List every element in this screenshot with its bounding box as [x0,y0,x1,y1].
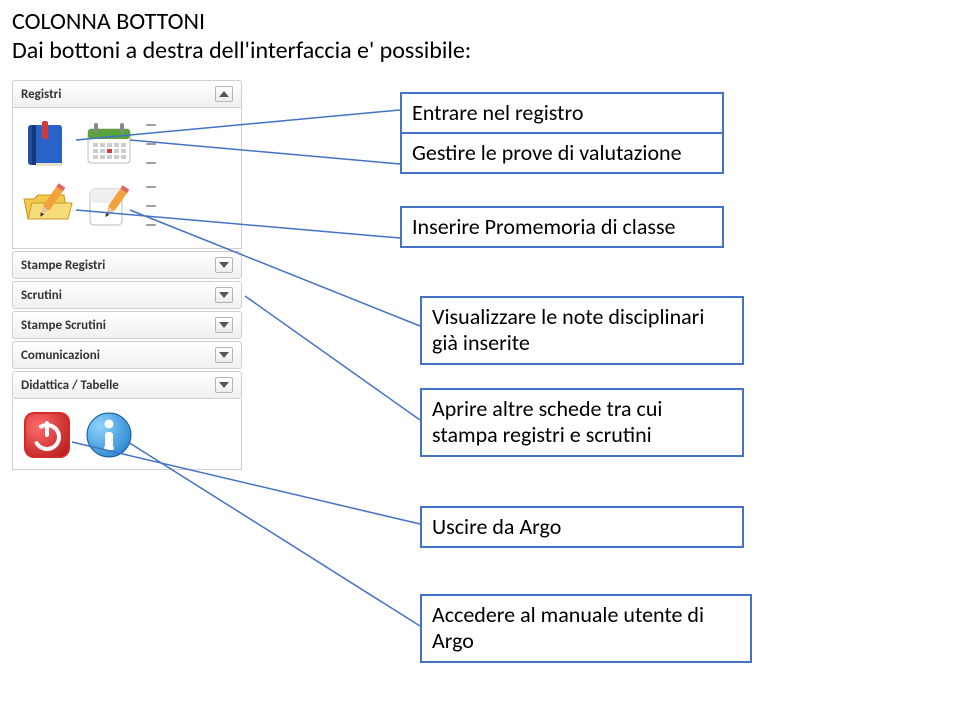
callout-entrare-registro: Entrare nel registro [400,92,724,134]
callout-manuale: Accedere al manuale utente di Argo [420,594,752,663]
sidebar-panel: Registri [12,80,242,470]
bottom-icon-bar [12,399,242,470]
menu-didattica[interactable]: Didattica / Tabelle [12,371,242,399]
note-pencil-icon[interactable] [81,178,137,234]
registro-book-icon[interactable] [19,116,75,172]
menu-stampe-registri[interactable]: Stampe Registri [12,251,242,279]
info-help-icon[interactable] [81,407,137,463]
menu-label: Didattica / Tabelle [21,378,119,393]
callout-gestire-prove: Gestire le prove di valutazione [400,132,724,174]
calendar-icon[interactable] [81,116,137,172]
callout-promemoria: Inserire Promemoria di classe [400,206,724,248]
section-registri-header[interactable]: Registri [12,80,242,108]
menu-label: Stampe Scrutini [21,318,106,333]
chevron-down-icon[interactable] [215,377,233,393]
callout-uscire: Uscire da Argo [420,506,744,548]
menu-stampe-scrutini[interactable]: Stampe Scrutini [12,311,242,339]
chevron-down-icon[interactable] [215,347,233,363]
power-exit-icon[interactable] [19,407,75,463]
page-subtitle: Dai bottoni a destra dell'interfaccia e'… [12,36,471,65]
callout-aprire-schede: Aprire altre schede tra cui stampa regis… [420,388,744,457]
section-registri-label: Registri [21,87,61,102]
chevron-down-icon[interactable] [215,257,233,273]
collapse-up-icon[interactable] [215,86,233,102]
callout-note-disciplinari: Visualizzare le note disciplinari già in… [420,296,744,365]
chevron-down-icon[interactable] [215,317,233,333]
section-registri-body [12,108,242,249]
menu-comunicazioni[interactable]: Comunicazioni [12,341,242,369]
menu-label: Scrutini [21,288,62,303]
menu-label: Comunicazioni [21,348,100,363]
row-stack-icon [143,116,159,172]
folder-pencil-icon[interactable] [19,178,75,234]
row-stack-icon-2 [143,178,159,234]
menu-scrutini[interactable]: Scrutini [12,281,242,309]
chevron-down-icon[interactable] [215,287,233,303]
menu-label: Stampe Registri [21,258,105,273]
page-title: COLONNA BOTTONI [12,6,205,37]
